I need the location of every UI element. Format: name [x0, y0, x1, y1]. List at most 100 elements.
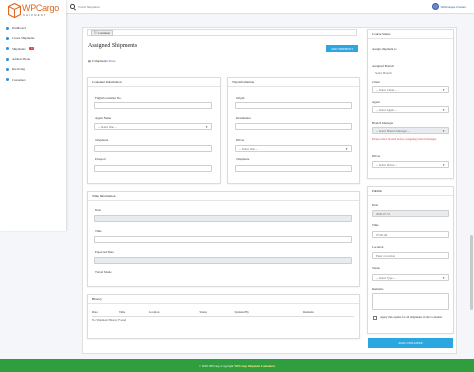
- driver-label: Driver: [236, 138, 245, 142]
- publish-status-selected: -- Select Type --: [376, 275, 396, 280]
- agent-name-select[interactable]: -- Select One -- ▼: [94, 123, 212, 130]
- telephone-input[interactable]: [94, 145, 212, 152]
- passport-label: Passport: [95, 157, 106, 161]
- track-shipment-input[interactable]: [78, 3, 198, 10]
- chevron-down-icon: ▼: [442, 164, 445, 167]
- publish-time-value: 07:40 am: [376, 232, 388, 237]
- customers-icon: [6, 78, 9, 82]
- agent-select[interactable]: -- Select Agent -- ▼: [372, 106, 449, 113]
- agent-selected: -- Select Agent --: [376, 107, 397, 112]
- date-input[interactable]: [94, 215, 352, 222]
- origin-input[interactable]: [235, 102, 352, 109]
- logo-text: WPCargo: [22, 3, 59, 13]
- sidebar-item-receiving[interactable]: Receiving: [6, 64, 35, 74]
- publish-status-label: Status: [372, 266, 380, 270]
- publish-time-input[interactable]: 07:40 am: [372, 231, 449, 238]
- column-header: Time: [119, 309, 149, 317]
- sidebar-item-create-shipments[interactable]: Create Shipments: [6, 33, 35, 43]
- sidebar-item-label: Shipments: [12, 46, 26, 51]
- agent-name-selected: -- Select One --: [98, 124, 117, 129]
- publish-status-select[interactable]: -- Select Type -- ▼: [372, 274, 449, 281]
- sidebar-item-customers[interactable]: Customers: [6, 74, 35, 84]
- shipments-count-line: ▤ 0 Shipments Show: [88, 59, 116, 63]
- sidebar-item-address-book[interactable]: Address Book: [6, 54, 35, 64]
- branch-manager-label: Branch Manager: [372, 121, 394, 125]
- branch-warning-text: Please select branch before assigning br…: [372, 137, 437, 141]
- client-selected: -- Select Client --: [376, 87, 397, 92]
- container-selector[interactable]: ☷ Container: [91, 29, 114, 36]
- branch-manager-select[interactable]: -- Select Branch Manager -- ▼: [372, 127, 449, 134]
- user-menu[interactable]: Webbusque Cleaner: [431, 3, 467, 10]
- avatar[interactable]: [431, 3, 439, 10]
- sidebar-item-dashboard[interactable]: Dashboard: [6, 23, 35, 33]
- time-label: Time: [95, 229, 102, 233]
- flight-number-input[interactable]: [94, 102, 212, 109]
- trip-telephone-label: Telephone: [236, 157, 250, 161]
- column-header: Status: [199, 309, 235, 317]
- remarks-label: Remarks: [372, 287, 384, 291]
- assign-shipment-label: Assign shipment to: [372, 47, 397, 51]
- publish-location-label: Location: [372, 245, 384, 249]
- expected-date-input[interactable]: [94, 257, 352, 264]
- column-header: Location: [148, 309, 200, 317]
- receiving-icon: [6, 67, 9, 71]
- dashboard-icon: [6, 26, 9, 30]
- table-header-row: Date Time Location Status Updated By Rem…: [92, 309, 354, 317]
- show-shipments-link[interactable]: Show: [108, 59, 115, 63]
- flight-number-label: Flight/Container No.: [95, 96, 122, 100]
- passport-input[interactable]: [94, 165, 212, 172]
- footer-copyright: © 2020 WPCargo Copyright: [198, 363, 234, 368]
- chevron-down-icon: ▼: [345, 148, 348, 151]
- publish-card: Publish: [367, 186, 454, 334]
- file-icon: ▤: [88, 59, 92, 63]
- card-heading: Trip Information: [228, 78, 359, 87]
- grid-icon: ☷: [94, 30, 97, 35]
- sidebar-item-label: Dashboard: [12, 26, 26, 31]
- logo[interactable]: WPCargo SHIPMENT: [8, 3, 62, 19]
- trip-telephone-input[interactable]: [235, 165, 352, 172]
- branch-manager-selected: -- Select Branch Manager --: [376, 128, 410, 133]
- card-heading: Publish: [368, 187, 453, 196]
- page-scrollbar[interactable]: [470, 235, 473, 310]
- publish-location-input[interactable]: Enter a location: [372, 252, 449, 259]
- destination-input[interactable]: [235, 123, 352, 130]
- shipments-count: 0 Shipments: [91, 59, 108, 63]
- client-select[interactable]: -- Select Client -- ▼: [372, 86, 449, 93]
- publish-time-label: Time: [372, 223, 379, 227]
- assigned-branch-label: Assigned Branch: [372, 64, 394, 68]
- apply-all-label: Apply this update for all shipments in t…: [380, 315, 443, 319]
- add-shipment-button[interactable]: ADD SHIPMENT: [326, 45, 358, 52]
- empty-history-text: No Shipment History Found: [92, 318, 127, 323]
- table-row: No Shipment History Found: [92, 316, 354, 324]
- add-container-button[interactable]: ADD CONTAINER: [368, 338, 453, 348]
- driver-select[interactable]: -- Select One -- ▼: [235, 145, 352, 152]
- sidebar-nav: Dashboard Create Shipments Shipments 15 …: [6, 23, 35, 85]
- user-name[interactable]: Webbusque Cleaner: [441, 5, 467, 9]
- agent-label: Agent: [372, 100, 380, 104]
- date-label: Date: [95, 208, 102, 212]
- card-heading: Time Information: [88, 192, 359, 201]
- chevron-down-icon: ▼: [442, 109, 445, 112]
- remarks-textarea[interactable]: [372, 293, 449, 310]
- column-header: Updated By: [234, 309, 304, 317]
- telephone-label: Telephone: [95, 138, 109, 142]
- logo-tagline: SHIPMENT: [23, 13, 47, 17]
- status-driver-selected: -- Select Driver --: [376, 162, 398, 167]
- search-icon[interactable]: [70, 4, 75, 9]
- sidebar-item-label: Create Shipments: [12, 36, 35, 41]
- top-bar: Webbusque Cleaner: [0, 0, 474, 14]
- assigned-branch-select[interactable]: Select Branch: [372, 69, 449, 76]
- status-driver-select[interactable]: -- Select Driver -- ▼: [372, 161, 449, 168]
- expected-date-label: Expected Date: [95, 250, 114, 254]
- travel-mode-label: Travel Mode: [95, 270, 112, 274]
- publish-date-value: 2020-07-31: [376, 211, 390, 216]
- publish-date-input[interactable]: 2020-07-31: [372, 210, 449, 217]
- sidebar-item-label: Receiving: [12, 67, 25, 72]
- apply-all-checkbox[interactable]: [373, 316, 377, 320]
- shipments-count-badge: 15: [29, 47, 34, 51]
- driver-selected: -- Select One --: [239, 146, 258, 151]
- sidebar-item-shipments[interactable]: Shipments 15: [6, 44, 35, 54]
- time-input[interactable]: [94, 236, 352, 243]
- footer-brand: WPCargo Shipment Containers: [234, 363, 276, 368]
- chevron-down-icon: ▼: [205, 126, 208, 129]
